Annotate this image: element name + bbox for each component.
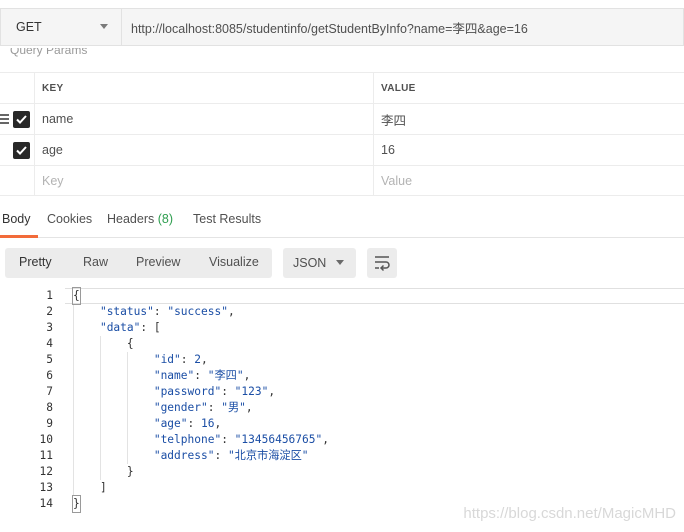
code-text: "name": "李四", xyxy=(153,369,251,382)
line-number: 1 xyxy=(46,289,53,302)
request-bar: GET http://localhost:8085/studentinfo/ge… xyxy=(0,8,684,46)
line-number: 7 xyxy=(46,385,53,398)
code-line: 1{ xyxy=(0,287,684,305)
params-header-row: KEY VALUE xyxy=(0,72,684,103)
code-text: "id": 2, xyxy=(153,353,208,366)
active-tab-indicator xyxy=(0,235,38,238)
line-number: 11 xyxy=(39,449,53,462)
code-line: 11 "address": "北京市海淀区" xyxy=(0,448,684,464)
params-table: KEY VALUE name 李四 age 16 Key Value xyxy=(0,72,684,196)
code-text: "address": "北京市海淀区" xyxy=(153,449,309,462)
code-line: 7 "password": "123", xyxy=(0,384,684,400)
line-number: 4 xyxy=(46,337,53,350)
line-number: 12 xyxy=(39,465,53,478)
code-text: "gender": "男", xyxy=(153,401,253,414)
code-line: 13 ] xyxy=(0,480,684,496)
wrap-lines-button[interactable] xyxy=(367,248,397,278)
preview-button[interactable]: Preview xyxy=(136,255,180,269)
format-select[interactable]: JSON xyxy=(283,248,356,278)
param-checkbox[interactable] xyxy=(13,142,30,159)
code-line: 5 "id": 2, xyxy=(0,352,684,368)
view-mode-group: Pretty Raw Preview Visualize xyxy=(5,248,272,278)
param-value[interactable]: 16 xyxy=(373,135,684,165)
tab-headers[interactable]: Headers (8) xyxy=(107,212,173,226)
headers-count-badge: (8) xyxy=(157,212,174,226)
code-line: 9 "age": 16, xyxy=(0,416,684,432)
column-header-value: VALUE xyxy=(373,73,684,103)
chevron-down-icon xyxy=(336,260,344,265)
code-text: { xyxy=(73,337,134,350)
line-number: 8 xyxy=(46,401,53,414)
param-row-empty: Key Value xyxy=(0,165,684,196)
url-input[interactable]: http://localhost:8085/studentinfo/getStu… xyxy=(121,8,684,46)
param-key[interactable]: name xyxy=(34,104,373,134)
watermark: https://blog.csdn.net/MagicMHD xyxy=(463,505,676,522)
code-line: 8 "gender": "男", xyxy=(0,400,684,416)
line-number: 3 xyxy=(46,321,53,334)
response-tabs: Body Cookies Headers (8) Test Results xyxy=(0,205,684,238)
line-number: 9 xyxy=(46,417,53,430)
pretty-button[interactable]: Pretty xyxy=(19,255,52,269)
tab-test-results[interactable]: Test Results xyxy=(193,212,261,226)
param-value-placeholder[interactable]: Value xyxy=(373,166,684,195)
chevron-down-icon xyxy=(100,24,108,29)
code-text: "age": 16, xyxy=(153,417,222,430)
param-key[interactable]: age xyxy=(34,135,373,165)
checkmark-icon xyxy=(16,146,27,155)
line-number: 13 xyxy=(39,481,53,494)
code-text: } xyxy=(73,465,134,478)
param-checkbox[interactable] xyxy=(13,111,30,128)
code-line: 2 "status": "success", xyxy=(0,304,684,320)
visualize-button[interactable]: Visualize xyxy=(209,255,259,269)
code-line: 6 "name": "李四", xyxy=(0,368,684,384)
code-line: 3 "data": [ xyxy=(0,320,684,336)
response-body-editor[interactable]: 1{ 2 "status": "success", 3 "data": [ 4 … xyxy=(0,287,684,513)
code-text: "data": [ xyxy=(99,321,161,334)
tab-cookies[interactable]: Cookies xyxy=(47,212,92,226)
code-text: "status": "success", xyxy=(99,305,235,318)
code-text: "telphone": "13456456765", xyxy=(153,433,329,446)
query-params-title: Query Params xyxy=(10,48,88,57)
raw-button[interactable]: Raw xyxy=(83,255,108,269)
drag-handle-icon[interactable] xyxy=(0,114,9,126)
code-text: { xyxy=(72,287,81,305)
wrap-lines-icon xyxy=(375,256,390,272)
tab-headers-label: Headers xyxy=(107,212,155,226)
line-number: 10 xyxy=(39,433,53,446)
line-number: 6 xyxy=(46,369,53,382)
code-line: 10 "telphone": "13456456765", xyxy=(0,432,684,448)
code-text: "password": "123", xyxy=(153,385,276,398)
line-number: 14 xyxy=(39,497,53,510)
code-line: 12 } xyxy=(0,464,684,480)
param-key-placeholder[interactable]: Key xyxy=(34,166,373,195)
line-number: 2 xyxy=(46,305,53,318)
param-value[interactable]: 李四 xyxy=(373,104,684,134)
code-text: ] xyxy=(73,481,107,494)
tab-body[interactable]: Body xyxy=(2,212,31,226)
param-row: age 16 xyxy=(0,134,684,165)
line-number: 5 xyxy=(46,353,53,366)
method-label: GET xyxy=(16,20,42,34)
code-text: } xyxy=(72,495,81,513)
code-line: 4 { xyxy=(0,336,684,352)
column-header-key: KEY xyxy=(34,73,373,103)
checkmark-icon xyxy=(16,115,27,124)
param-row: name 李四 xyxy=(0,103,684,134)
method-select[interactable]: GET xyxy=(0,8,121,46)
format-label: JSON xyxy=(293,256,327,270)
